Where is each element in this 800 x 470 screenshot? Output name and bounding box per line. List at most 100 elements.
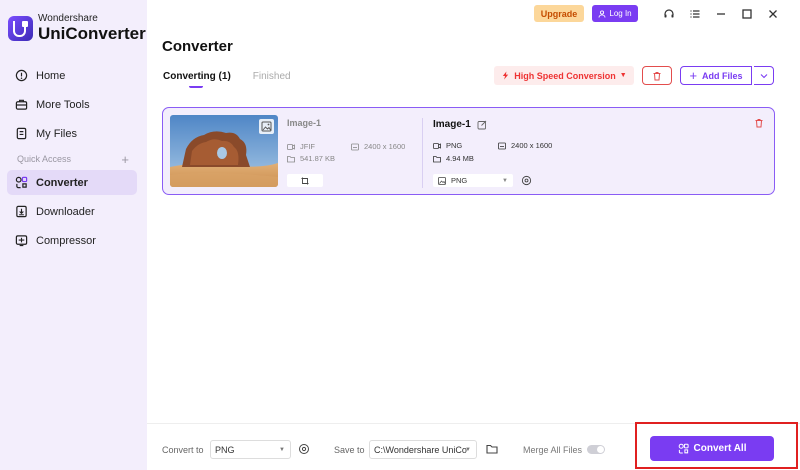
save-to-select[interactable]: C:\Wondershare UniCo ▼ (369, 440, 477, 459)
upgrade-button[interactable]: Upgrade (534, 5, 584, 22)
card-divider (422, 118, 423, 188)
close-button[interactable] (766, 7, 780, 21)
brand-small: Wondershare (38, 13, 98, 24)
sidebar-item-home[interactable]: Home (7, 63, 137, 88)
home-icon (15, 69, 28, 82)
user-icon (598, 9, 606, 18)
sidebar-item-my-files[interactable]: My Files (7, 121, 137, 146)
sidebar-item-compressor[interactable]: Compressor (7, 228, 137, 253)
login-label: Log In (609, 9, 632, 18)
source-resolution-value: 2400 x 1600 (364, 142, 406, 151)
toolbox-icon (15, 99, 28, 110)
page-title: Converter (162, 38, 233, 55)
image-type-badge (259, 119, 274, 134)
login-button[interactable]: Log In (592, 5, 638, 22)
save-to-value: C:\Wondershare UniCo (374, 444, 467, 455)
gear-icon (521, 175, 532, 186)
quick-access-label: Quick Access (17, 154, 72, 164)
convert-all-button[interactable]: Convert All (650, 436, 774, 461)
converter-icon (678, 443, 689, 454)
gear-icon[interactable] (298, 443, 310, 455)
caret-down-icon: ▼ (619, 72, 627, 79)
uniconverter-logo-icon (8, 15, 33, 41)
tab-finished[interactable]: Finished (253, 71, 291, 88)
source-size: 541.87 KB (287, 154, 335, 163)
high-speed-label: High Speed Conversion (514, 70, 616, 81)
sidebar-item-label: Converter (36, 176, 88, 189)
folder-icon[interactable] (486, 443, 498, 455)
brand-big: UniConverter (38, 24, 146, 43)
tab-converting[interactable]: Converting (1) (163, 71, 231, 88)
app-logo: Wondershare UniConverter (8, 14, 146, 42)
source-resolution: 2400 x 1600 (351, 142, 405, 151)
close-icon (769, 9, 777, 18)
format-icon (287, 143, 295, 150)
output-format-selected: PNG (451, 176, 468, 185)
folder-icon (287, 155, 295, 162)
add-files-dropdown[interactable] (754, 66, 774, 85)
output-format-select[interactable]: PNG ▼ (433, 174, 513, 187)
output-size-value: 4.94 MB (446, 154, 474, 163)
menu-icon (690, 9, 700, 18)
maximize-icon (742, 8, 752, 19)
file-item-card[interactable]: Image-1 JFIF 541.87 KB 2400 x 1600 Image… (162, 107, 775, 195)
output-size: 4.94 MB (433, 154, 474, 163)
high-speed-conversion-button[interactable]: High Speed Conversion ▼ (494, 66, 634, 85)
output-file-name-text: Image-1 (433, 119, 471, 130)
trash-icon[interactable] (754, 118, 764, 128)
convert-to-select[interactable]: PNG ▼ (210, 440, 291, 459)
quick-access-header: Quick Access + (7, 150, 137, 168)
convert-to-value: PNG (215, 444, 235, 455)
sidebar-item-downloader[interactable]: Downloader (7, 199, 137, 224)
image-icon (438, 176, 446, 185)
sidebar-item-label: Home (36, 69, 66, 82)
converter-toolbar: High Speed Conversion ▼ + Add Files (494, 66, 774, 85)
folder-icon (433, 155, 441, 162)
crop-icon (301, 177, 309, 184)
output-resolution: 2400 x 1600 (498, 141, 552, 150)
maximize-button[interactable] (740, 7, 754, 21)
converter-icon (15, 176, 28, 189)
menu-button[interactable] (688, 7, 702, 21)
caret-down-icon: ▼ (279, 446, 285, 453)
add-files-button[interactable]: + Add Files (680, 66, 752, 85)
caret-down-icon: ▼ (465, 446, 471, 453)
minimize-button[interactable] (714, 7, 728, 21)
output-resolution-value: 2400 x 1600 (511, 141, 553, 150)
convert-to-label: Convert to (162, 445, 204, 455)
headset-icon (664, 8, 674, 17)
file-thumbnail[interactable] (170, 115, 278, 187)
convert-all-label: Convert All (693, 443, 747, 454)
source-file-name: Image-1 (287, 118, 322, 128)
sidebar-item-converter[interactable]: Converter (7, 170, 137, 195)
file-icon (16, 127, 27, 140)
sidebar-item-label: Downloader (36, 205, 95, 218)
add-files-label: Add Files (702, 70, 743, 81)
lightning-icon (503, 71, 509, 80)
chevron-down-icon (760, 73, 767, 78)
source-size-value: 541.87 KB (300, 154, 336, 163)
download-icon (16, 205, 27, 218)
caret-down-icon: ▼ (502, 177, 508, 184)
sidebar-item-label: Compressor (36, 234, 96, 247)
add-quick-access-icon[interactable]: + (121, 152, 129, 167)
format-icon (433, 142, 441, 149)
trash-icon (653, 71, 661, 80)
image-icon (261, 121, 272, 132)
sidebar: Wondershare UniConverter Home More Tools… (0, 0, 147, 470)
merge-all-files-toggle[interactable] (587, 445, 605, 454)
output-settings-button[interactable] (520, 174, 533, 187)
sidebar-item-label: My Files (36, 127, 77, 140)
sidebar-item-more-tools[interactable]: More Tools (7, 92, 137, 117)
minimize-icon (717, 12, 725, 15)
output-format-value: PNG (446, 141, 463, 150)
support-button[interactable] (662, 7, 676, 21)
delete-all-button[interactable] (642, 66, 672, 85)
compress-icon (15, 235, 28, 247)
converter-tabs: Converting (1) Finished (163, 71, 313, 88)
crop-button[interactable] (287, 174, 323, 187)
resolution-icon (351, 143, 359, 150)
sidebar-nav: Home More Tools My Files Quick Access + … (7, 63, 137, 257)
edit-icon[interactable] (477, 120, 487, 130)
source-format: JFIF (287, 142, 315, 151)
